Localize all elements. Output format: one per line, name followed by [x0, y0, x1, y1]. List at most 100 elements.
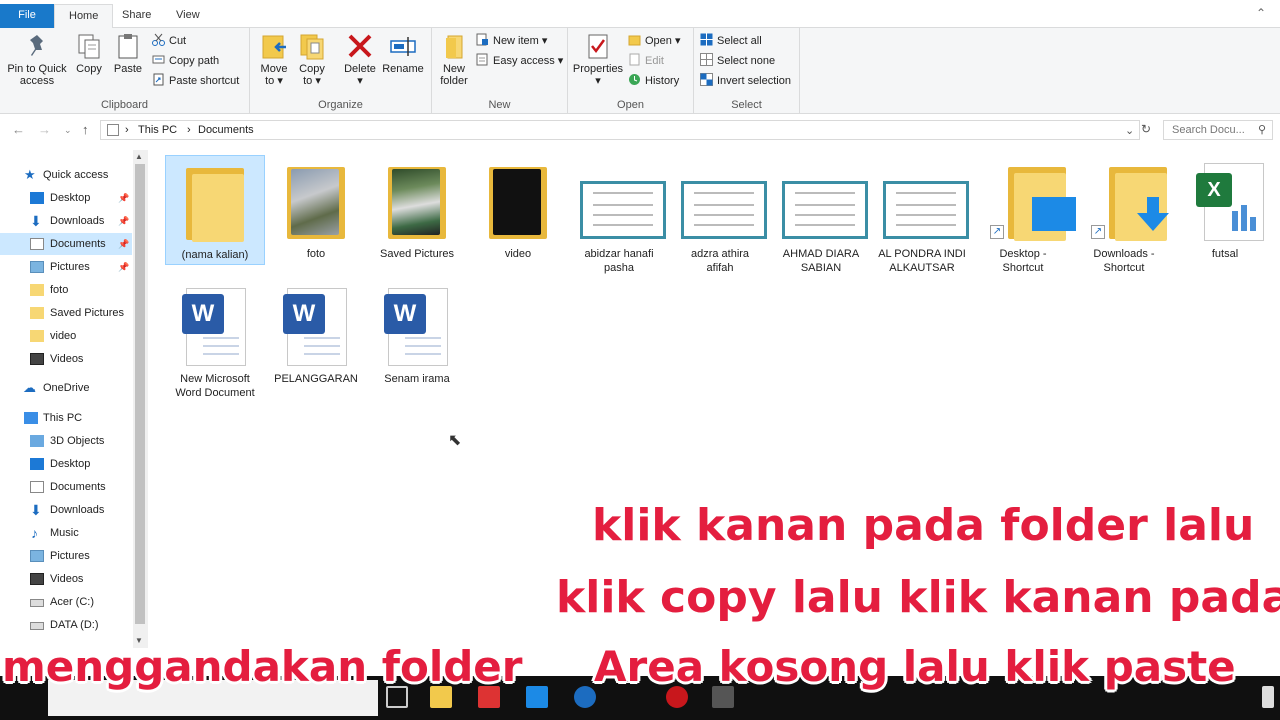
- edge-taskbar-icon[interactable]: [574, 686, 596, 708]
- excel-file-item[interactable]: X futsal: [1175, 155, 1275, 261]
- folder-item[interactable]: (nama kalian): [165, 155, 265, 265]
- scrollbar-thumb[interactable]: [135, 164, 145, 624]
- clipboard-group-label: Clipboard: [100, 99, 149, 111]
- easy-access-label: Easy access: [493, 55, 555, 67]
- rename-button[interactable]: Rename: [380, 32, 426, 75]
- caption-line-2: klik copy lalu klik kanan pada: [556, 572, 1280, 623]
- open-button[interactable]: Open ▾: [628, 32, 681, 50]
- paste-button[interactable]: Paste: [110, 32, 146, 75]
- image-file-item[interactable]: abidzar hanafi pasha: [569, 155, 669, 275]
- pin-to-quick-access-button[interactable]: Pin to Quick access: [4, 32, 70, 87]
- nav-quick-access[interactable]: ★ Quick access: [0, 164, 132, 186]
- collapse-ribbon-icon[interactable]: ⌃: [1256, 6, 1266, 20]
- file-name: Saved Pictures: [380, 248, 454, 260]
- delete-button[interactable]: Delete ▾: [340, 32, 380, 87]
- nav-qa-desktop[interactable]: Desktop 📌: [0, 187, 132, 209]
- edit-button[interactable]: Edit: [628, 52, 664, 70]
- copy-to-label-2: to ▾: [303, 75, 321, 87]
- nav-qa-foto[interactable]: foto: [0, 279, 132, 301]
- file-name: PELANGGARAN: [274, 373, 358, 385]
- star-icon: ★: [24, 167, 36, 182]
- drive-icon: [30, 622, 44, 630]
- nav-pc-music[interactable]: ♪ Music: [0, 522, 132, 544]
- address-dropdown-icon[interactable]: ⌄: [1125, 124, 1134, 137]
- open-label: Open: [645, 35, 672, 47]
- ribbon: Pin to Quick access Copy Paste Cut Copy …: [0, 28, 1280, 114]
- nav-qa-downloads[interactable]: ⬇ Downloads 📌: [0, 210, 132, 232]
- image-file-item[interactable]: AHMAD DIARA SABIAN: [771, 155, 871, 275]
- folder-item[interactable]: video: [468, 155, 568, 261]
- image-file-item[interactable]: AL PONDRA INDI ALKAUTSAR: [872, 155, 972, 275]
- nav-label: Downloads: [50, 504, 105, 516]
- new-folder-label-1: New: [442, 63, 465, 75]
- nav-label: Pictures: [50, 261, 90, 273]
- nav-qa-video[interactable]: video: [0, 325, 132, 347]
- word-file-item[interactable]: W New Microsoft Word Document: [165, 280, 265, 400]
- delete-dropdown-icon: ▾: [357, 75, 363, 87]
- scroll-up-arrow-icon[interactable]: ▲: [135, 152, 143, 161]
- easy-access-button[interactable]: Easy access ▾: [476, 52, 563, 70]
- up-arrow-icon[interactable]: ↑: [82, 122, 89, 137]
- word-file-item[interactable]: W Senam irama: [367, 280, 467, 386]
- address-bar[interactable]: › This PC › Documents ⌄: [100, 120, 1140, 140]
- mail-taskbar-icon[interactable]: [526, 686, 548, 708]
- tab-share[interactable]: Share: [108, 4, 165, 28]
- tab-home[interactable]: Home: [54, 4, 114, 29]
- properties-dropdown-icon: ▾: [595, 75, 601, 87]
- breadcrumb-documents[interactable]: Documents: [198, 124, 254, 136]
- search-input[interactable]: Search Docu... ⚲: [1163, 120, 1273, 140]
- desktop-icon: [30, 192, 44, 204]
- word-file-item[interactable]: W PELANGGARAN: [266, 280, 366, 386]
- history-button[interactable]: History: [628, 72, 679, 90]
- nav-qa-documents[interactable]: Documents 📌: [0, 233, 132, 255]
- copy-button[interactable]: Copy: [72, 32, 106, 75]
- nav-qa-saved-pictures[interactable]: Saved Pictures: [0, 302, 132, 324]
- select-all-button[interactable]: Select all: [700, 32, 762, 50]
- copy-icon: [75, 32, 103, 60]
- tab-file[interactable]: File: [0, 4, 54, 28]
- show-desktop-button[interactable]: [1262, 686, 1274, 708]
- nav-pane-scrollbar[interactable]: ▲ ▼: [133, 150, 148, 648]
- file-name: Senam irama: [384, 373, 450, 385]
- properties-button[interactable]: Properties ▾: [570, 32, 626, 87]
- mouse-cursor-icon: ⬉: [448, 432, 462, 449]
- invert-selection-button[interactable]: Invert selection: [700, 72, 791, 90]
- recent-locations-chevron-icon[interactable]: ⌄: [64, 125, 72, 136]
- back-arrow-icon[interactable]: ←: [12, 122, 25, 137]
- nav-onedrive[interactable]: ☁ OneDrive: [0, 377, 132, 399]
- nav-pc-documents[interactable]: Documents: [0, 476, 132, 498]
- folder-item[interactable]: foto: [266, 155, 366, 261]
- copy-path-button[interactable]: Copy path: [152, 52, 219, 70]
- shortcut-item[interactable]: ↗ Downloads - Shortcut: [1074, 155, 1174, 275]
- nav-label: Desktop: [50, 192, 91, 204]
- paste-shortcut-button[interactable]: Paste shortcut: [152, 72, 239, 90]
- copy-to-button[interactable]: Copy to ▾: [294, 32, 330, 87]
- nav-this-pc[interactable]: This PC: [0, 407, 132, 429]
- tab-view[interactable]: View: [162, 4, 214, 28]
- folder-item[interactable]: Saved Pictures: [367, 155, 467, 261]
- move-to-button[interactable]: Move to ▾: [256, 32, 292, 87]
- cloud-icon: ☁: [23, 380, 36, 395]
- file-name-line2: afifah: [706, 262, 734, 274]
- cut-button[interactable]: Cut: [152, 32, 186, 50]
- breadcrumb-this-pc[interactable]: This PC: [138, 124, 177, 136]
- forward-arrow-icon[interactable]: →: [38, 122, 51, 137]
- copy-to-label-1: Copy: [299, 63, 325, 75]
- nav-pc-videos[interactable]: Videos: [0, 568, 132, 590]
- nav-qa-videos[interactable]: Videos: [0, 348, 132, 370]
- nav-pc-drive-d[interactable]: DATA (D:): [0, 614, 132, 636]
- new-item-button[interactable]: New item ▾: [476, 32, 547, 50]
- nav-pc-downloads[interactable]: ⬇ Downloads: [0, 499, 132, 521]
- refresh-icon[interactable]: ↻: [1141, 122, 1151, 136]
- new-folder-button[interactable]: New folder: [436, 32, 472, 87]
- nav-qa-pictures[interactable]: Pictures 📌: [0, 256, 132, 278]
- nav-pc-drive-c[interactable]: Acer (C:): [0, 591, 132, 613]
- image-file-item[interactable]: adzra athira afifah: [670, 155, 770, 275]
- nav-pc-pictures[interactable]: Pictures: [0, 545, 132, 567]
- nav-pc-desktop[interactable]: Desktop: [0, 453, 132, 475]
- nav-pc-3d-objects[interactable]: 3D Objects: [0, 430, 132, 452]
- rename-icon: [389, 32, 417, 60]
- select-none-button[interactable]: Select none: [700, 52, 775, 70]
- shortcut-item[interactable]: ↗ Desktop - Shortcut: [973, 155, 1076, 275]
- delete-x-icon: [346, 32, 374, 60]
